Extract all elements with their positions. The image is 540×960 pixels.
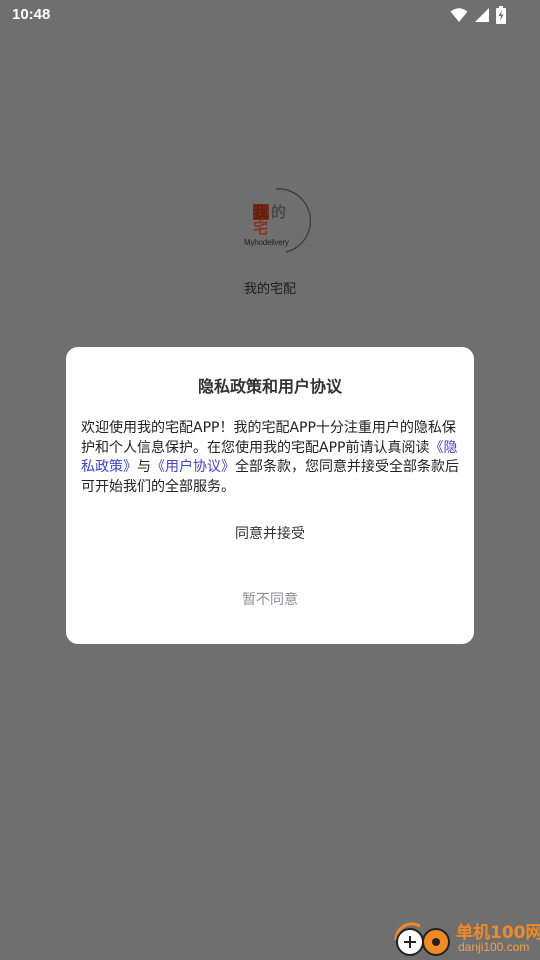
status-time: 10:48 — [12, 6, 51, 23]
disagree-button[interactable]: 暂不同意 — [66, 585, 474, 615]
signal-icon — [475, 8, 489, 22]
battery-charging-icon — [496, 6, 506, 24]
logo-mark: 我 的 宅 — [251, 202, 291, 236]
watermark: 单机100网 danji100.com — [392, 914, 540, 960]
dialog-body-text: 欢迎使用我的宅配APP！我的宅配APP十分注重用户的隐私保护和个人信息保护。在您… — [81, 420, 456, 456]
dialog-body: 欢迎使用我的宅配APP！我的宅配APP十分注重用户的隐私保护和个人信息保护。在您… — [81, 419, 459, 497]
watermark-logo-icon — [394, 922, 450, 956]
status-icons — [450, 6, 506, 24]
logo-char: 宅 — [253, 219, 269, 237]
wifi-icon — [450, 8, 468, 22]
agree-button[interactable]: 同意并接受 — [66, 519, 474, 549]
logo-char: 的 — [271, 203, 287, 221]
app-name: 我的宅配 — [243, 282, 296, 297]
dialog-title: 隐私政策和用户协议 — [197, 377, 342, 396]
logo-char: 我 — [253, 203, 269, 221]
dialog-body-joiner: 与 — [137, 459, 151, 475]
logo-subtext: Myhodelivery — [244, 238, 289, 247]
privacy-dialog: 隐私政策和用户协议 欢迎使用我的宅配APP！我的宅配APP十分注重用户的隐私保护… — [66, 347, 474, 644]
watermark-url: danji100.com — [458, 940, 530, 954]
status-bar: 10:48 — [0, 0, 540, 32]
user-agreement-link[interactable]: 《用户协议》 — [151, 459, 235, 475]
